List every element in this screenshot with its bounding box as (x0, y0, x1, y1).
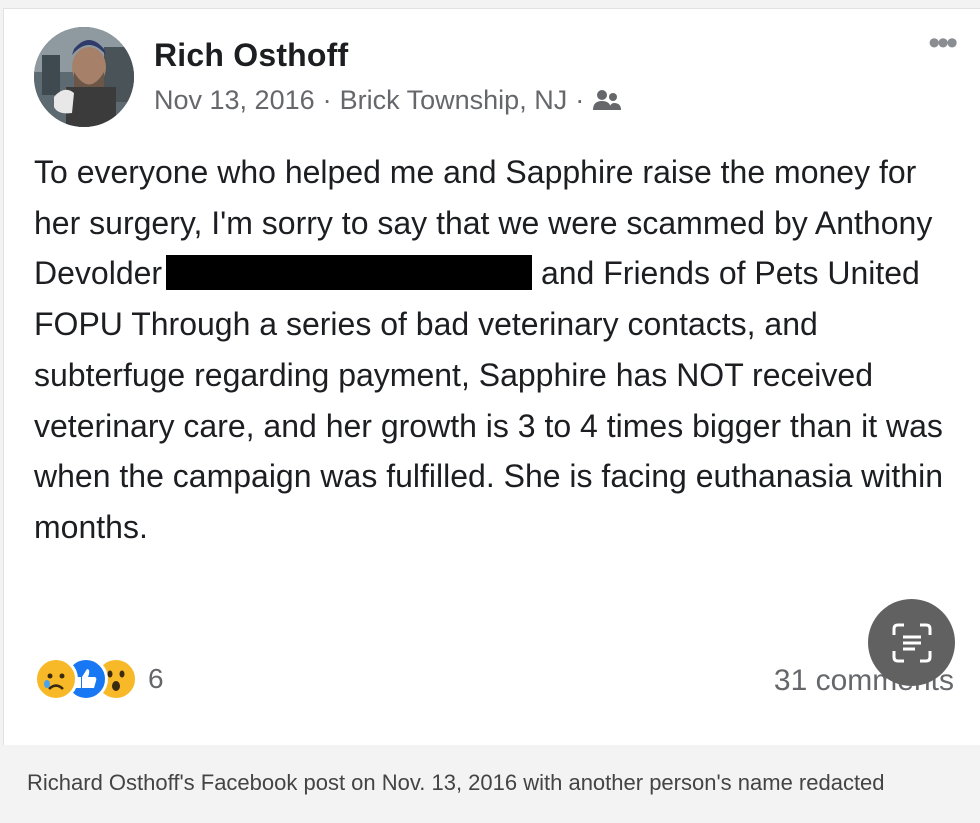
more-options-icon[interactable]: ••• (928, 26, 958, 60)
sad-reaction-icon (34, 657, 78, 701)
facebook-post: Rich Osthoff Nov 13, 2016 · Brick Townsh… (3, 8, 980, 745)
post-text-part-2: and Friends of Pets United FOPU Through … (34, 255, 943, 545)
reaction-count: 6 (148, 663, 164, 694)
post-body: To everyone who helped me and Sapphire r… (34, 147, 959, 553)
screenshot-frame: Rich Osthoff Nov 13, 2016 · Brick Townsh… (0, 0, 980, 823)
redaction-bar (166, 255, 533, 291)
meta-separator: · (322, 85, 332, 115)
meta-separator: · (575, 85, 585, 115)
text-scan-button[interactable] (868, 599, 955, 686)
post-date[interactable]: Nov 13, 2016 (154, 85, 315, 116)
friends-icon (592, 88, 622, 114)
avatar-photo (34, 27, 134, 127)
avatar[interactable] (34, 27, 134, 127)
post-meta: Nov 13, 2016 · Brick Township, NJ · (154, 85, 622, 116)
text-scan-icon (892, 623, 931, 662)
reactions-summary[interactable]: 6 (34, 657, 164, 701)
author-name[interactable]: Rich Osthoff (154, 37, 348, 74)
post-location[interactable]: Brick Township, NJ (340, 85, 568, 116)
image-caption: Richard Osthoff's Facebook post on Nov. … (27, 770, 885, 795)
